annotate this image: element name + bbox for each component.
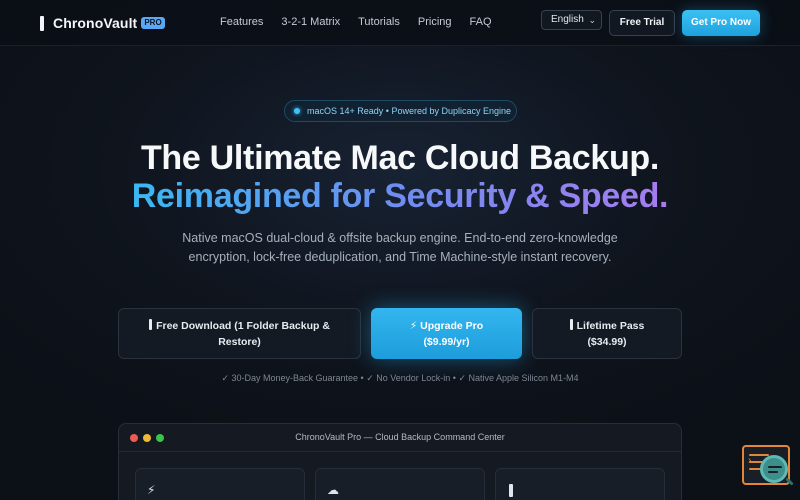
free-download-label-1: Free Download (1 Folder Backup & (156, 319, 330, 332)
upgrade-pro-label: ⚡ Upgrade Pro (409, 319, 484, 332)
cloud-icon: ☁ (327, 483, 339, 497)
lifetime-pass-price: ($34.99) (587, 335, 627, 348)
lifetime-pass-label: Lifetime Pass (576, 319, 645, 332)
feature-card-cloud[interactable]: ☁ (315, 468, 485, 500)
free-download-button[interactable]: Free Download (1 Folder Backup & Restore… (118, 308, 361, 359)
nav-link-pricing[interactable]: Pricing (418, 15, 452, 29)
magnifier-line (768, 471, 778, 473)
magnifier-icon[interactable] (760, 455, 788, 483)
language-value: English (551, 14, 584, 25)
hero-subtitle: Native macOS dual-cloud & offsite backup… (182, 231, 618, 264)
widget-line (749, 454, 769, 456)
chevron-down-icon: ⌄ (588, 15, 596, 25)
nav-link-features[interactable]: Features (220, 15, 263, 29)
free-download-label-2: Restore) (218, 335, 261, 348)
lifetime-pass-button[interactable]: Lifetime Pass ($34.99) (532, 308, 682, 359)
compatibility-pill: macOS 14+ Ready • Powered by Duplicacy E… (284, 100, 517, 122)
free-trial-button[interactable]: Free Trial (609, 10, 675, 36)
pill-text: macOS 14+ Ready • Powered by Duplicacy E… (307, 106, 512, 116)
bar-icon (569, 318, 573, 330)
upgrade-pro-price: ($9.99/yr) (423, 335, 470, 348)
hero-headline: The Ultimate Mac Cloud Backup. (140, 139, 660, 177)
lightning-icon: ⚡ (147, 483, 156, 497)
brand-logo[interactable]: ChronoVault PRO (40, 14, 165, 32)
nav-links: Features 3-2-1 Matrix Tutorials Pricing … (220, 15, 510, 29)
nav-link-faq[interactable]: FAQ (470, 15, 492, 29)
get-pro-button[interactable]: Get Pro Now (682, 10, 760, 36)
window-title: ChronoVault Pro — Cloud Backup Command C… (295, 432, 505, 442)
hero-headline-accent: Reimagined for Security & Speed. (0, 177, 800, 215)
nav-link-matrix[interactable]: 3-2-1 Matrix (281, 15, 340, 29)
bar-icon (509, 484, 513, 497)
app-window-preview: ChronoVault Pro — Cloud Backup Command C… (118, 423, 682, 500)
window-titlebar: ChronoVault Pro — Cloud Backup Command C… (119, 424, 681, 452)
upgrade-pro-button[interactable]: ⚡ Upgrade Pro ($9.99/yr) (371, 308, 522, 359)
headline-accent-text: Reimagined for Security & Speed. (131, 177, 669, 215)
pro-badge: PRO (141, 17, 165, 29)
brand-name: ChronoVault (53, 15, 138, 31)
feature-card-speed[interactable]: ⚡ (135, 468, 305, 500)
magnifier-line (768, 466, 782, 468)
status-dot-icon (294, 108, 300, 114)
logo-mark-icon (40, 15, 44, 31)
nav-link-tutorials[interactable]: Tutorials (358, 15, 400, 29)
guarantee-line: ✓ 30-Day Money-Back Guarantee • ✓ No Ven… (221, 373, 579, 383)
top-nav: ChronoVault PRO Features 3-2-1 Matrix Tu… (0, 0, 800, 46)
bar-icon (149, 318, 153, 330)
language-select[interactable]: English ⌄ (541, 10, 602, 30)
feature-card-storage[interactable] (495, 468, 665, 500)
